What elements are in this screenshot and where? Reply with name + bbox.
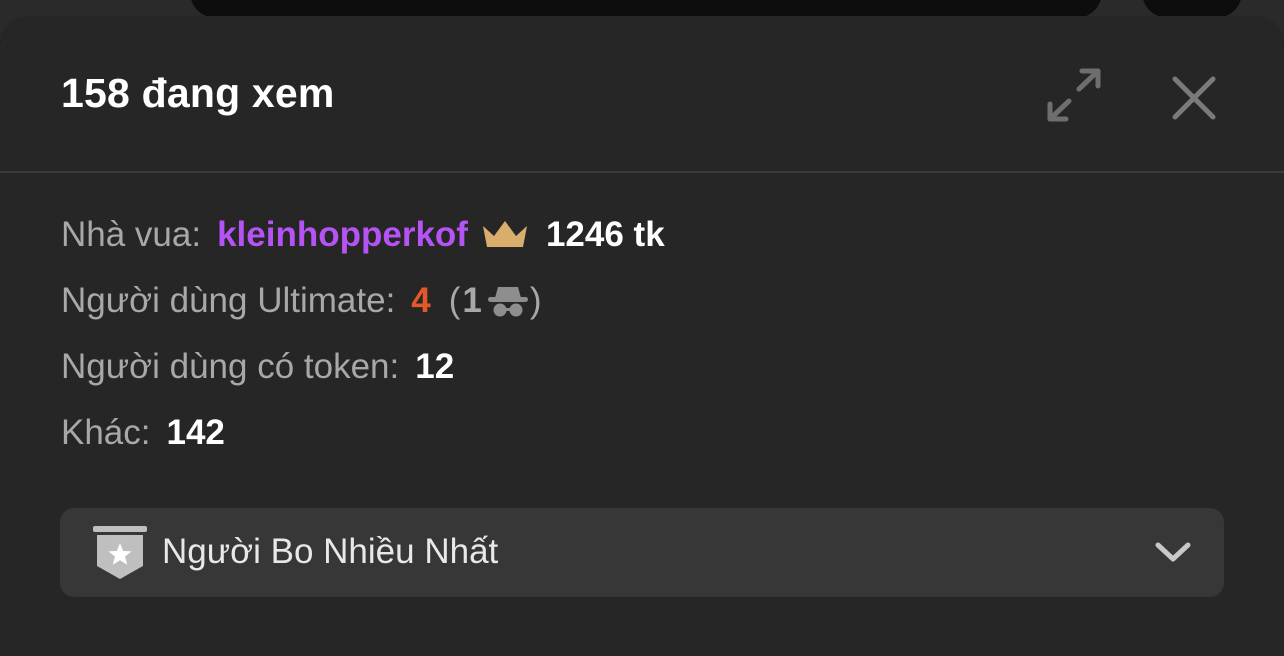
ultimate-label: Người dùng Ultimate: xyxy=(61,281,396,320)
close-button[interactable] xyxy=(1166,70,1222,126)
paren-close: ) xyxy=(529,281,542,320)
token-users-count: 12 xyxy=(415,347,455,386)
token-users-label: Người dùng có token: xyxy=(61,347,400,386)
token-users-row: Người dùng có token: 12 xyxy=(61,347,454,387)
close-icon xyxy=(1172,76,1216,120)
header-divider xyxy=(0,171,1284,173)
viewers-panel: 158 đang xem Nhà vua: kleinhopperkof 124… xyxy=(0,16,1284,656)
crown-icon xyxy=(480,217,530,253)
spy-icon xyxy=(486,283,530,319)
expand-button[interactable] xyxy=(1040,64,1108,128)
other-count: 142 xyxy=(166,413,225,452)
king-username-link[interactable]: kleinhopperkof xyxy=(217,215,468,255)
other-label: Khác: xyxy=(61,413,151,452)
expand-icon xyxy=(1047,68,1101,122)
star-badge-icon xyxy=(93,526,147,582)
dropdown-label: Người Bo Nhiều Nhất xyxy=(162,532,499,571)
paren-open: ( xyxy=(448,281,461,320)
ultimate-count: 4 xyxy=(411,281,431,320)
other-row: Khác: 142 xyxy=(61,413,225,453)
king-row: Nhà vua: kleinhopperkof 1246 tk xyxy=(61,215,665,255)
top-tippers-dropdown[interactable]: Người Bo Nhiều Nhất xyxy=(60,508,1224,597)
ultimate-row: Người dùng Ultimate: 4 ( 1 ) xyxy=(61,281,542,321)
anonymous-group: ( 1 ) xyxy=(449,281,542,321)
chevron-down-icon xyxy=(1153,538,1193,566)
panel-header: 158 đang xem xyxy=(0,16,1284,172)
king-tokens: 1246 tk xyxy=(545,215,665,254)
king-label: Nhà vua: xyxy=(61,215,202,254)
anonymous-count: 1 xyxy=(462,281,482,320)
viewer-count-title: 158 đang xem xyxy=(61,70,335,116)
